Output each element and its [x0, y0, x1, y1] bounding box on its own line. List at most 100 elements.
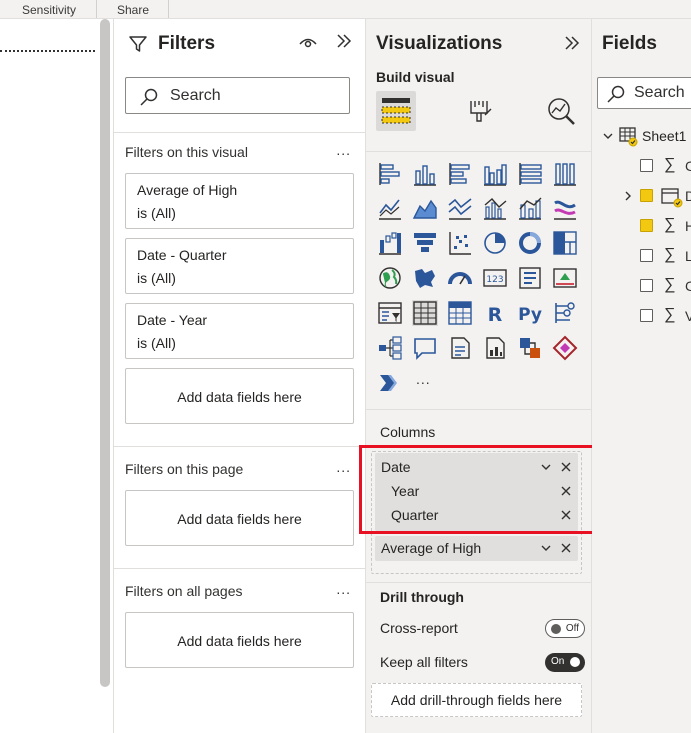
- field-row[interactable]: ∑ V: [592, 305, 691, 327]
- year-field-row[interactable]: Year: [375, 479, 578, 503]
- card-icon[interactable]: 123: [482, 265, 508, 291]
- more-options-icon[interactable]: ...: [336, 581, 351, 597]
- line-stacked-column-chart-icon[interactable]: [517, 195, 543, 221]
- qa-visual-icon[interactable]: [412, 335, 438, 361]
- field-checkbox[interactable]: [640, 189, 653, 202]
- field-checkbox[interactable]: [640, 219, 653, 232]
- smart-narrative-icon[interactable]: [447, 335, 473, 361]
- field-row[interactable]: ∑ C: [592, 275, 691, 297]
- average-of-high-field[interactable]: Average of High: [375, 536, 578, 561]
- field-name: H: [685, 218, 691, 234]
- r-script-visual-icon[interactable]: R: [482, 300, 508, 326]
- filters-search-input[interactable]: Search: [125, 77, 350, 114]
- keep-all-filters-row: Keep all filters On: [380, 652, 585, 674]
- stacked-column-chart-icon[interactable]: [412, 161, 438, 187]
- analytics-tab[interactable]: [542, 91, 582, 131]
- close-icon[interactable]: [560, 509, 572, 521]
- field-row[interactable]: ∑ H: [592, 215, 691, 237]
- chevron-down-icon[interactable]: [540, 542, 552, 554]
- add-all-pages-filter-drop[interactable]: Add data fields here: [125, 612, 354, 668]
- filter-card-date-year[interactable]: Date - Year is (All): [125, 303, 354, 359]
- 100-stacked-bar-chart-icon[interactable]: [517, 161, 543, 187]
- donut-chart-icon[interactable]: [517, 230, 543, 256]
- stacked-bar-chart-icon[interactable]: [377, 161, 403, 187]
- more-options-icon[interactable]: ...: [336, 142, 351, 158]
- field-row-date[interactable]: D: [592, 185, 691, 208]
- power-apps-icon[interactable]: [552, 335, 578, 361]
- kpi-icon[interactable]: [552, 265, 578, 291]
- power-automate-icon[interactable]: [517, 335, 543, 361]
- get-more-visuals-icon[interactable]: [377, 370, 403, 396]
- field-row[interactable]: ∑ L: [592, 245, 691, 267]
- fields-search-input[interactable]: Search: [597, 77, 691, 109]
- close-icon[interactable]: [560, 542, 572, 554]
- chevron-down-icon[interactable]: [602, 130, 614, 142]
- slicer-icon[interactable]: [377, 300, 403, 326]
- sigma-icon: ∑: [664, 246, 676, 263]
- ribbon-tab-sensitivity[interactable]: Sensitivity: [22, 3, 76, 17]
- table-icon: [619, 127, 638, 147]
- ribbon: Sensitivity Share: [0, 0, 691, 19]
- pie-chart-icon[interactable]: [482, 230, 508, 256]
- collapse-visualizations-icon[interactable]: [564, 35, 580, 51]
- add-page-filter-drop[interactable]: Add data fields here: [125, 490, 354, 546]
- canvas-scrollbar[interactable]: [100, 19, 110, 687]
- paginated-report-icon[interactable]: [482, 335, 508, 361]
- field-checkbox[interactable]: [640, 159, 653, 172]
- gauge-icon[interactable]: [447, 265, 473, 291]
- section-label-page: Filters on this page: [125, 461, 244, 477]
- line-clustered-column-chart-icon[interactable]: [482, 195, 508, 221]
- treemap-icon[interactable]: [552, 230, 578, 256]
- add-drill-through-drop[interactable]: Add drill-through fields here: [371, 683, 582, 717]
- visual-border: [0, 50, 95, 52]
- report-canvas[interactable]: [0, 19, 113, 733]
- field-checkbox[interactable]: [640, 249, 653, 262]
- chevron-right-icon[interactable]: [623, 190, 633, 202]
- filter-card-average-of-high[interactable]: Average of High is (All): [125, 173, 354, 229]
- key-influencers-icon[interactable]: [552, 300, 578, 326]
- field-checkbox[interactable]: [640, 309, 653, 322]
- table-sheet1[interactable]: Sheet1: [592, 125, 691, 147]
- multi-row-card-icon[interactable]: [517, 265, 543, 291]
- python-visual-icon[interactable]: Py: [517, 300, 543, 326]
- clustered-column-chart-icon[interactable]: [482, 161, 508, 187]
- matrix-icon[interactable]: [447, 300, 473, 326]
- more-options-icon[interactable]: ...: [336, 459, 351, 475]
- filled-map-icon[interactable]: [412, 265, 438, 291]
- section-label-visual: Filters on this visual: [125, 144, 248, 160]
- close-icon[interactable]: [560, 461, 572, 473]
- stacked-area-chart-icon[interactable]: [447, 195, 473, 221]
- add-visual-filter-drop[interactable]: Add data fields here: [125, 368, 354, 424]
- table-visual-icon[interactable]: [412, 300, 438, 326]
- ribbon-chart-icon[interactable]: [552, 195, 578, 221]
- cross-report-toggle[interactable]: Off: [545, 619, 585, 638]
- close-icon[interactable]: [560, 485, 572, 497]
- fields-search-placeholder: Search: [634, 84, 685, 101]
- build-visual-tab[interactable]: [376, 91, 416, 131]
- filter-card-date-quarter[interactable]: Date - Quarter is (All): [125, 238, 354, 294]
- filters-title: Filters: [158, 33, 216, 54]
- eye-icon[interactable]: [298, 35, 318, 49]
- format-visual-tab[interactable]: [459, 91, 499, 131]
- quarter-field-row[interactable]: Quarter: [375, 503, 578, 527]
- decomposition-tree-icon[interactable]: [377, 335, 403, 361]
- waterfall-chart-icon[interactable]: [377, 230, 403, 256]
- line-chart-icon[interactable]: [377, 195, 403, 221]
- area-chart-icon[interactable]: [412, 195, 438, 221]
- funnel-chart-icon[interactable]: [412, 230, 438, 256]
- map-icon[interactable]: [377, 265, 403, 291]
- 100-stacked-column-chart-icon[interactable]: [552, 161, 578, 187]
- field-row[interactable]: ∑ C: [592, 155, 691, 177]
- clustered-bar-chart-icon[interactable]: [447, 161, 473, 187]
- collapse-filters-icon[interactable]: [336, 33, 352, 49]
- scatter-chart-icon[interactable]: [447, 230, 473, 256]
- keep-all-filters-toggle[interactable]: On: [545, 653, 585, 672]
- columns-label: Columns: [380, 424, 436, 440]
- ribbon-tab-share[interactable]: Share: [117, 3, 149, 17]
- chevron-down-icon[interactable]: [540, 461, 552, 473]
- date-field-row[interactable]: Date: [375, 455, 578, 479]
- columns-well[interactable]: Date Year Quarter Average of High: [371, 451, 582, 574]
- field-checkbox[interactable]: [640, 279, 653, 292]
- date-hierarchy-field[interactable]: Date Year Quarter: [375, 453, 578, 531]
- more-visuals-icon[interactable]: ...: [416, 371, 431, 387]
